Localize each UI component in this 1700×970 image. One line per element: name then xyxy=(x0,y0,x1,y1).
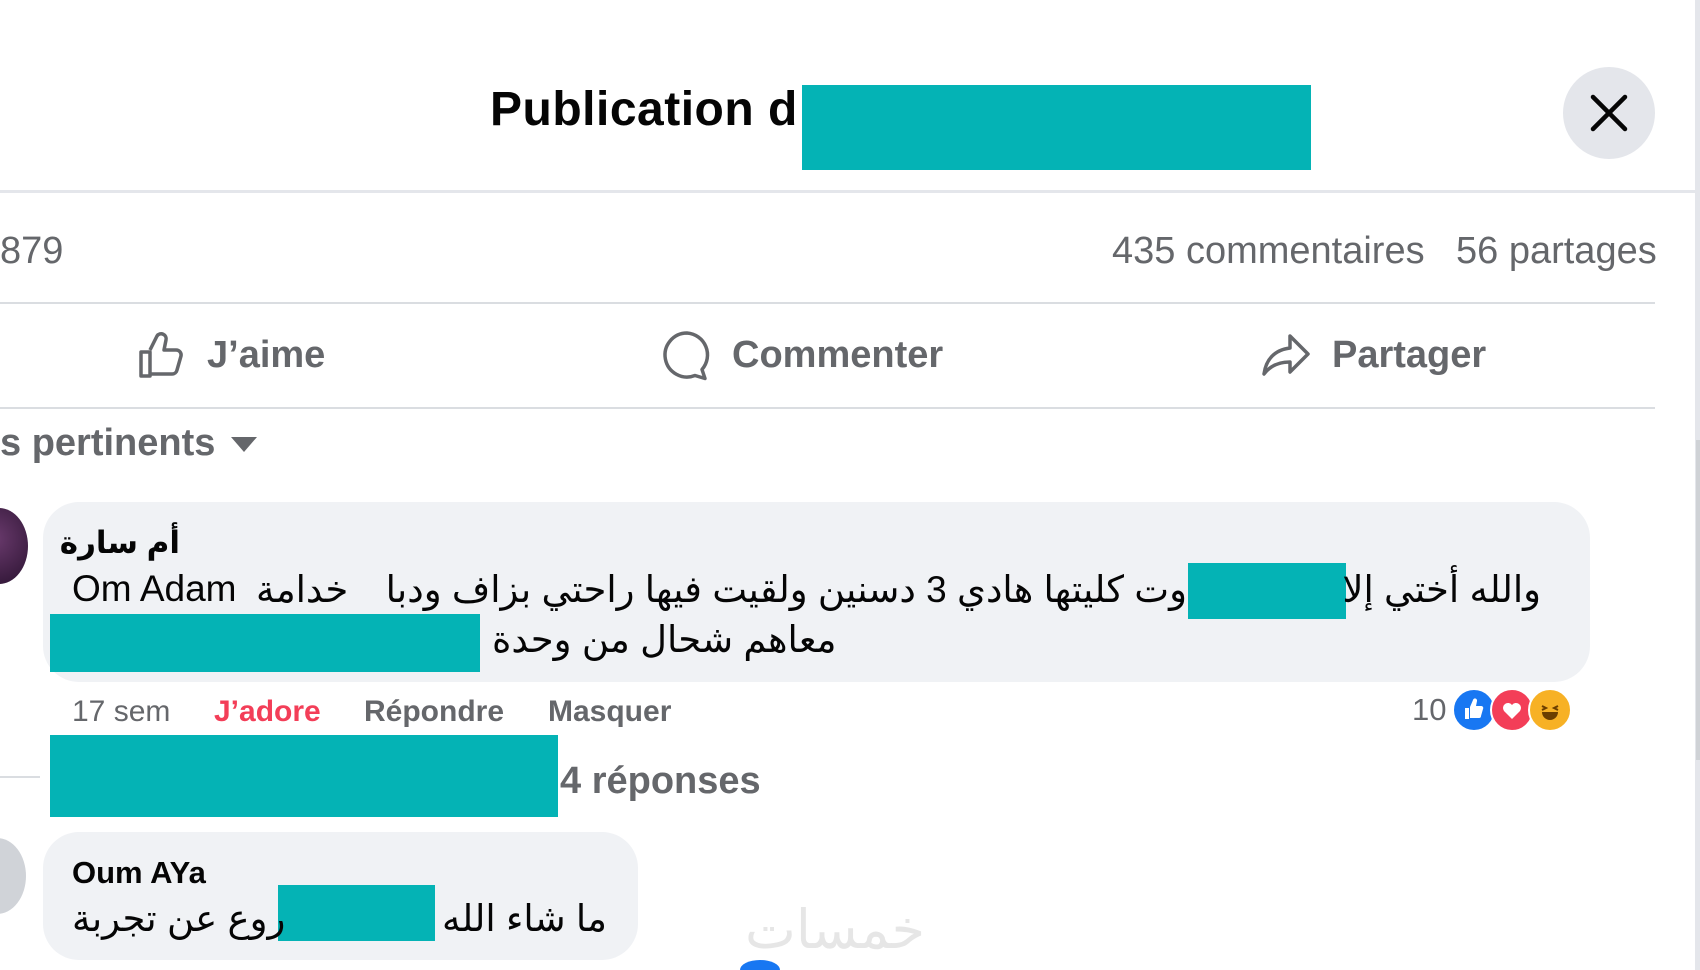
comment-author[interactable]: أم سارة xyxy=(60,525,180,561)
watermark-logo: خمسات xyxy=(745,900,926,960)
comment-text-latin: Om Adam xyxy=(72,568,237,609)
scroll-indicator xyxy=(740,960,780,970)
comments-count[interactable]: 435 commentaires xyxy=(1112,230,1425,273)
like-button[interactable]: J’aime xyxy=(135,325,325,385)
post-dialog: Publication d 879 435 commentaires 56 pa… xyxy=(0,0,1700,970)
caret-down-icon xyxy=(231,436,258,452)
dialog-title: Publication d xyxy=(490,83,798,136)
comment-timestamp[interactable]: 17 sem xyxy=(72,695,170,729)
love-reaction-button[interactable]: J’adore xyxy=(214,695,321,729)
comment-text-start: والله أختي إلا xyxy=(1342,569,1541,610)
comment-reactions[interactable]: 10 xyxy=(1412,688,1573,732)
redacted-text xyxy=(1188,563,1346,619)
filter-label: s pertinents xyxy=(0,422,216,464)
reaction-count[interactable]: 879 xyxy=(0,230,63,273)
comment-author[interactable]: Oum AYa xyxy=(72,855,206,891)
redacted-author-name xyxy=(802,85,1311,170)
header-divider xyxy=(0,190,1695,193)
commenter-avatar[interactable] xyxy=(0,838,26,914)
redacted-text xyxy=(50,614,480,672)
comment-text-end: روع عن تجربة xyxy=(72,898,286,939)
redacted-text xyxy=(278,885,435,941)
reactions-count: 10 xyxy=(1412,692,1447,727)
thumbs-up-icon xyxy=(139,332,183,378)
reply-button[interactable]: Répondre xyxy=(364,695,504,729)
share-arrow-icon xyxy=(1262,334,1310,376)
commenter-avatar[interactable] xyxy=(0,508,28,584)
hide-button[interactable]: Masquer xyxy=(548,695,671,729)
comment-text-line2: معاهم شحال من وحدة xyxy=(492,619,837,660)
comment-text-word: خدامة xyxy=(256,569,349,610)
close-button[interactable] xyxy=(1563,67,1655,159)
shares-count[interactable]: 56 partages xyxy=(1456,230,1657,273)
comment-label: Commenter xyxy=(732,333,944,376)
dialog-header: Publication d xyxy=(0,0,1695,190)
view-replies-link[interactable]: 4 réponses xyxy=(560,760,761,803)
scrollbar[interactable] xyxy=(1696,440,1700,760)
redacted-replies-author xyxy=(50,735,558,817)
close-icon xyxy=(1590,94,1628,132)
like-label: J’aime xyxy=(207,333,326,376)
comment-filter[interactable]: s pertinents xyxy=(0,422,259,465)
share-button[interactable]: Partager xyxy=(1260,325,1486,385)
share-label: Partager xyxy=(1332,333,1487,376)
comment-text-middle: وت كليتها هادي 3 دسنين ولقيت فيها راحتي … xyxy=(385,569,1187,610)
haha-reaction-icon xyxy=(1528,688,1573,732)
actions-divider xyxy=(0,407,1655,409)
comment-button[interactable]: Commenter xyxy=(660,325,943,385)
comment-text-start: ما شاء الله xyxy=(442,898,607,939)
thread-line xyxy=(0,776,40,778)
comment-bubble-icon xyxy=(663,331,710,381)
stats-divider xyxy=(0,302,1655,304)
